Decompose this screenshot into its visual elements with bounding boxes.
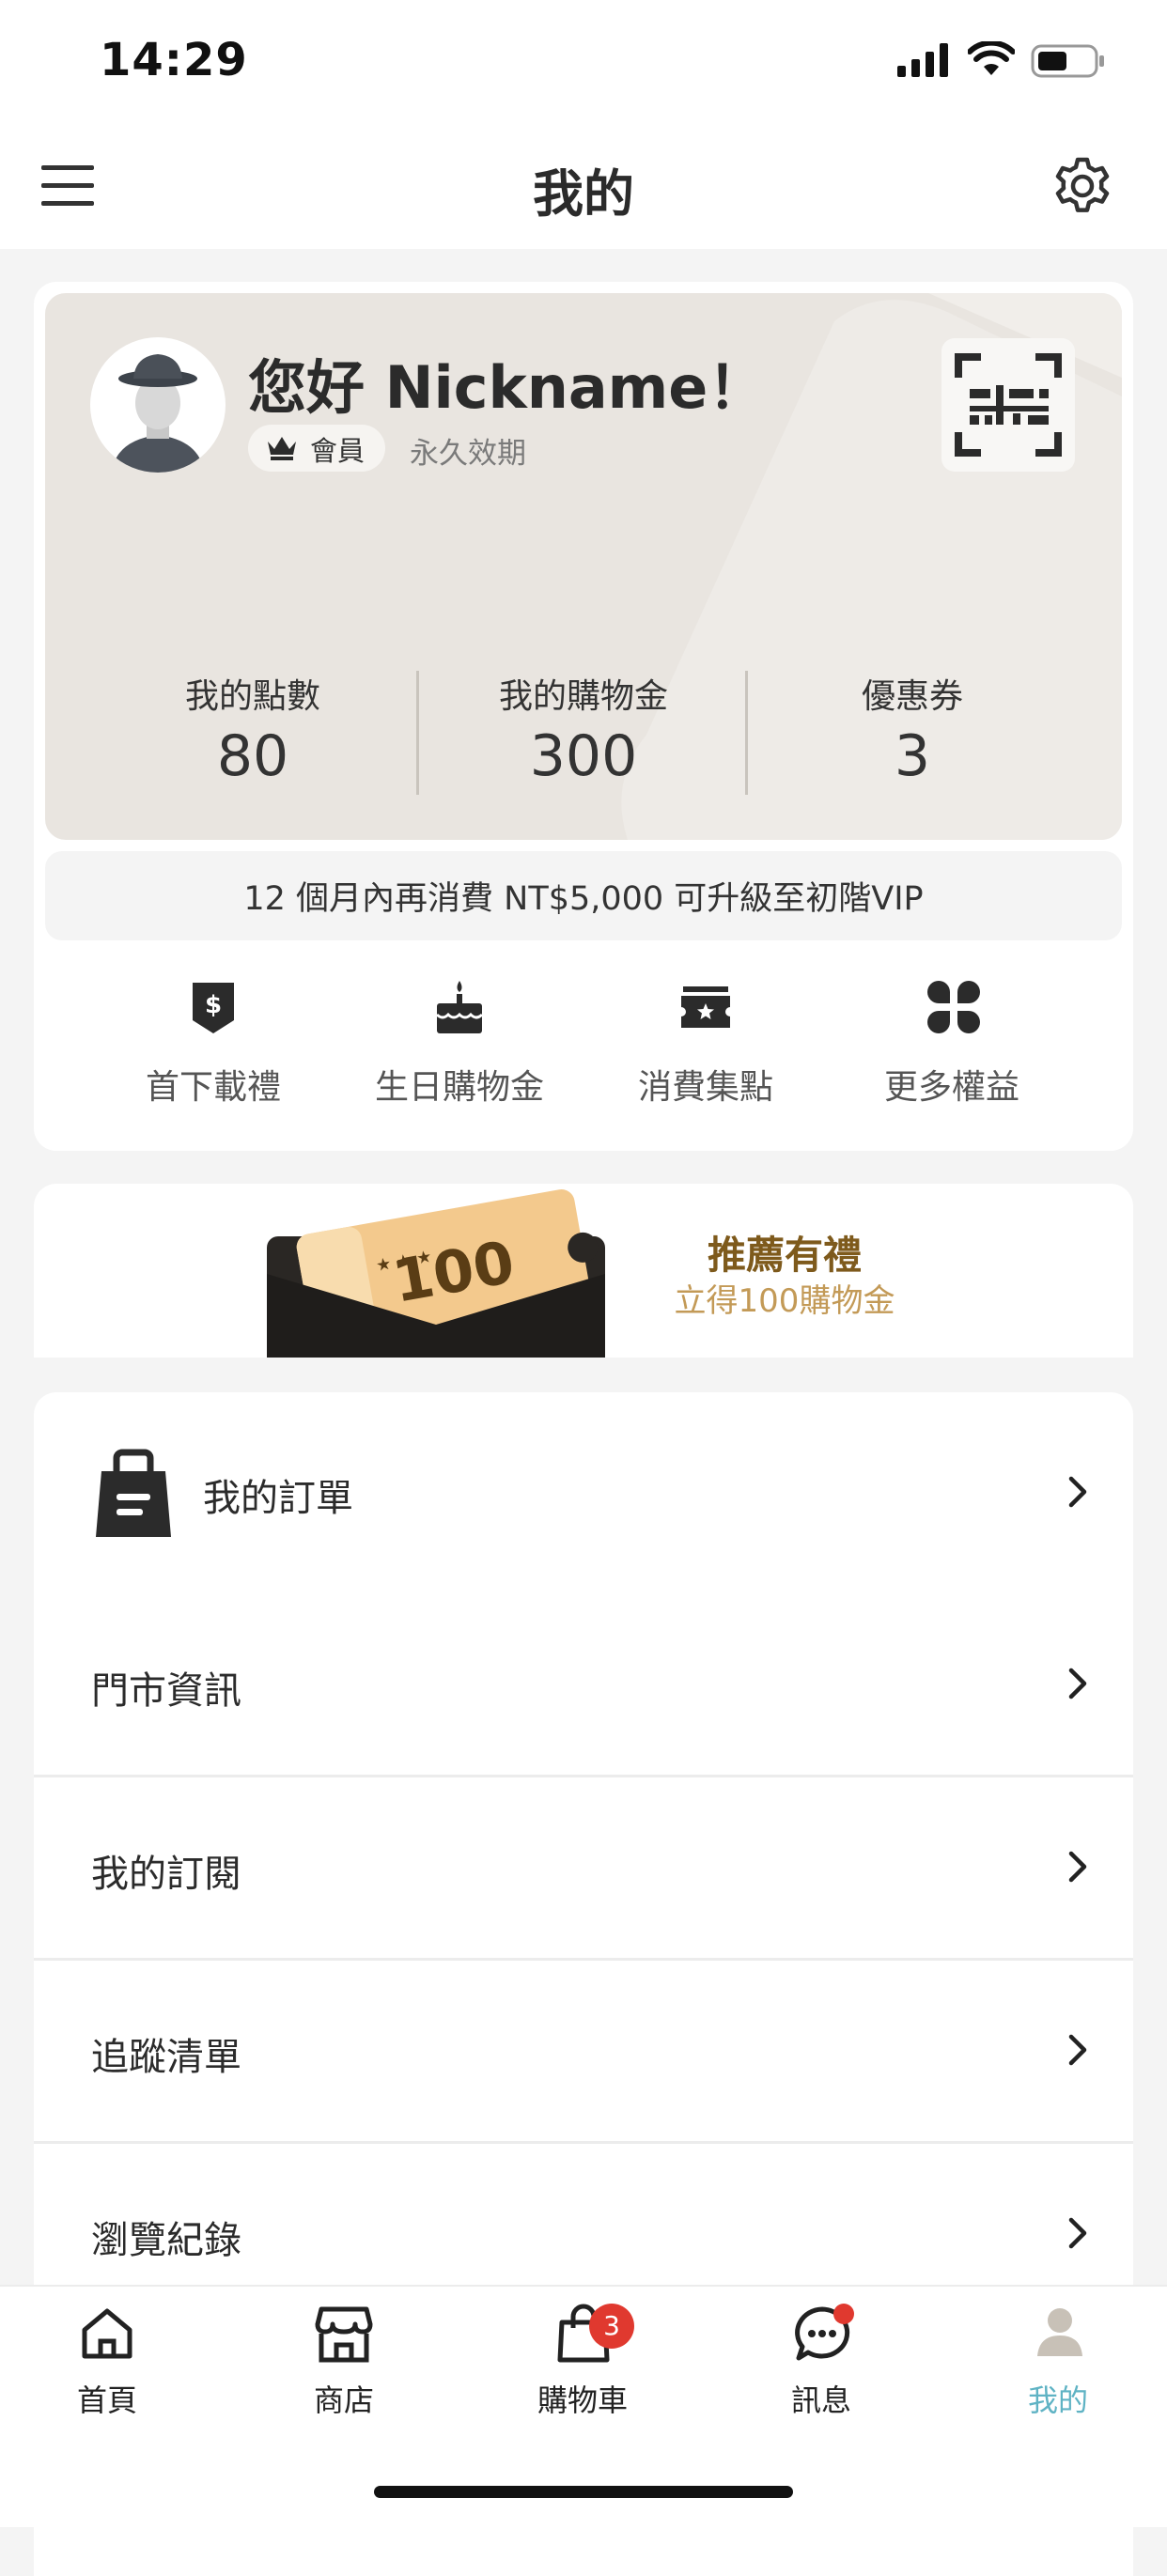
scan-barcode-icon [955,353,1062,457]
battery-icon [1031,44,1104,78]
profile-icon [1037,2308,1082,2356]
menu-item-label: 門市資訊 [91,1669,241,1713]
menu-item-label: 瀏覽紀錄 [91,2219,241,2262]
menu-item-label: 追蹤清單 [91,2036,241,2079]
menu-item-orders[interactable] [34,1392,1133,1575]
tab-home[interactable] [0,2283,220,2452]
wallet-coupon-illustration: 100 ★ ★ ★ [267,1189,605,1358]
stat-coupon-label: 優惠券 [861,677,963,716]
stat-coupon-value[interactable]: 3 [757,723,1067,789]
ticket-star-icon [681,986,730,1028]
tab-label: 訊息 [790,2382,851,2418]
tab-label: 購物車 [537,2382,628,2418]
stat-credit-value[interactable]: 300 [428,723,739,789]
avatar[interactable] [90,337,226,473]
chevron-right-icon [1068,1851,1087,1883]
cellular-signal-icon [897,43,948,77]
member-tier-label: 會員 [310,435,366,467]
menu-item-label: 我的訂閱 [91,1853,241,1896]
referral-title: 推薦有禮 [708,1233,862,1278]
shopping-bag-icon [96,1449,171,1537]
settings-gear-icon[interactable] [1052,156,1113,216]
tab-profile[interactable] [945,2283,1167,2452]
wifi-icon [968,41,1015,75]
tab-messages[interactable] [708,2283,934,2452]
benefit-label: 生日購物金 [374,1068,544,1107]
member-barcode-button[interactable] [941,338,1075,472]
upgrade-notice-text: 12 個月內再消費 NT$5,000 可升級至初階VIP [243,880,924,918]
crown-icon [268,437,296,460]
referral-subtitle: 立得100購物金 [674,1282,895,1320]
benefit-label: 更多權益 [883,1068,1019,1107]
more-grid-icon [927,981,980,1033]
stat-credit-label: 我的購物金 [498,677,668,716]
referral-banner[interactable]: 100 ★ ★ ★ [34,1184,1133,1358]
benefit-label: 消費集點 [637,1068,773,1107]
tab-store[interactable] [231,2283,457,2452]
member-validity: 永久效期 [410,437,526,471]
store-icon [315,2306,373,2363]
tab-label: 我的 [1027,2382,1088,2418]
chevron-right-icon [1068,1668,1087,1699]
stat-divider [745,671,748,795]
svg-text:$: $ [205,991,222,1019]
chevron-right-icon [1068,2034,1087,2066]
page-title: 我的 [533,164,634,224]
greeting-text: 您好 Nickname！ [248,353,767,422]
birthday-cake-icon [435,981,484,1033]
message-unread-dot [833,2304,854,2324]
tab-label: 商店 [313,2382,374,2418]
tab-label: 首頁 [76,2382,137,2418]
stat-points-value[interactable]: 80 [98,723,408,789]
stat-points-label: 我的點數 [184,677,320,716]
stat-divider [416,671,419,795]
home-icon [82,2308,132,2359]
home-indicator [374,2486,793,2498]
cart-count-badge: 3 [589,2304,634,2349]
benefit-label: 首下載禮 [145,1068,281,1107]
menu-item-label: 我的訂單 [203,1477,353,1520]
status-time: 14:29 [100,34,248,86]
download-gift-icon: $ [193,983,234,1033]
chevron-right-icon [1068,2217,1087,2249]
tab-cart[interactable] [470,2283,695,2452]
chevron-right-icon [1068,1476,1087,1508]
